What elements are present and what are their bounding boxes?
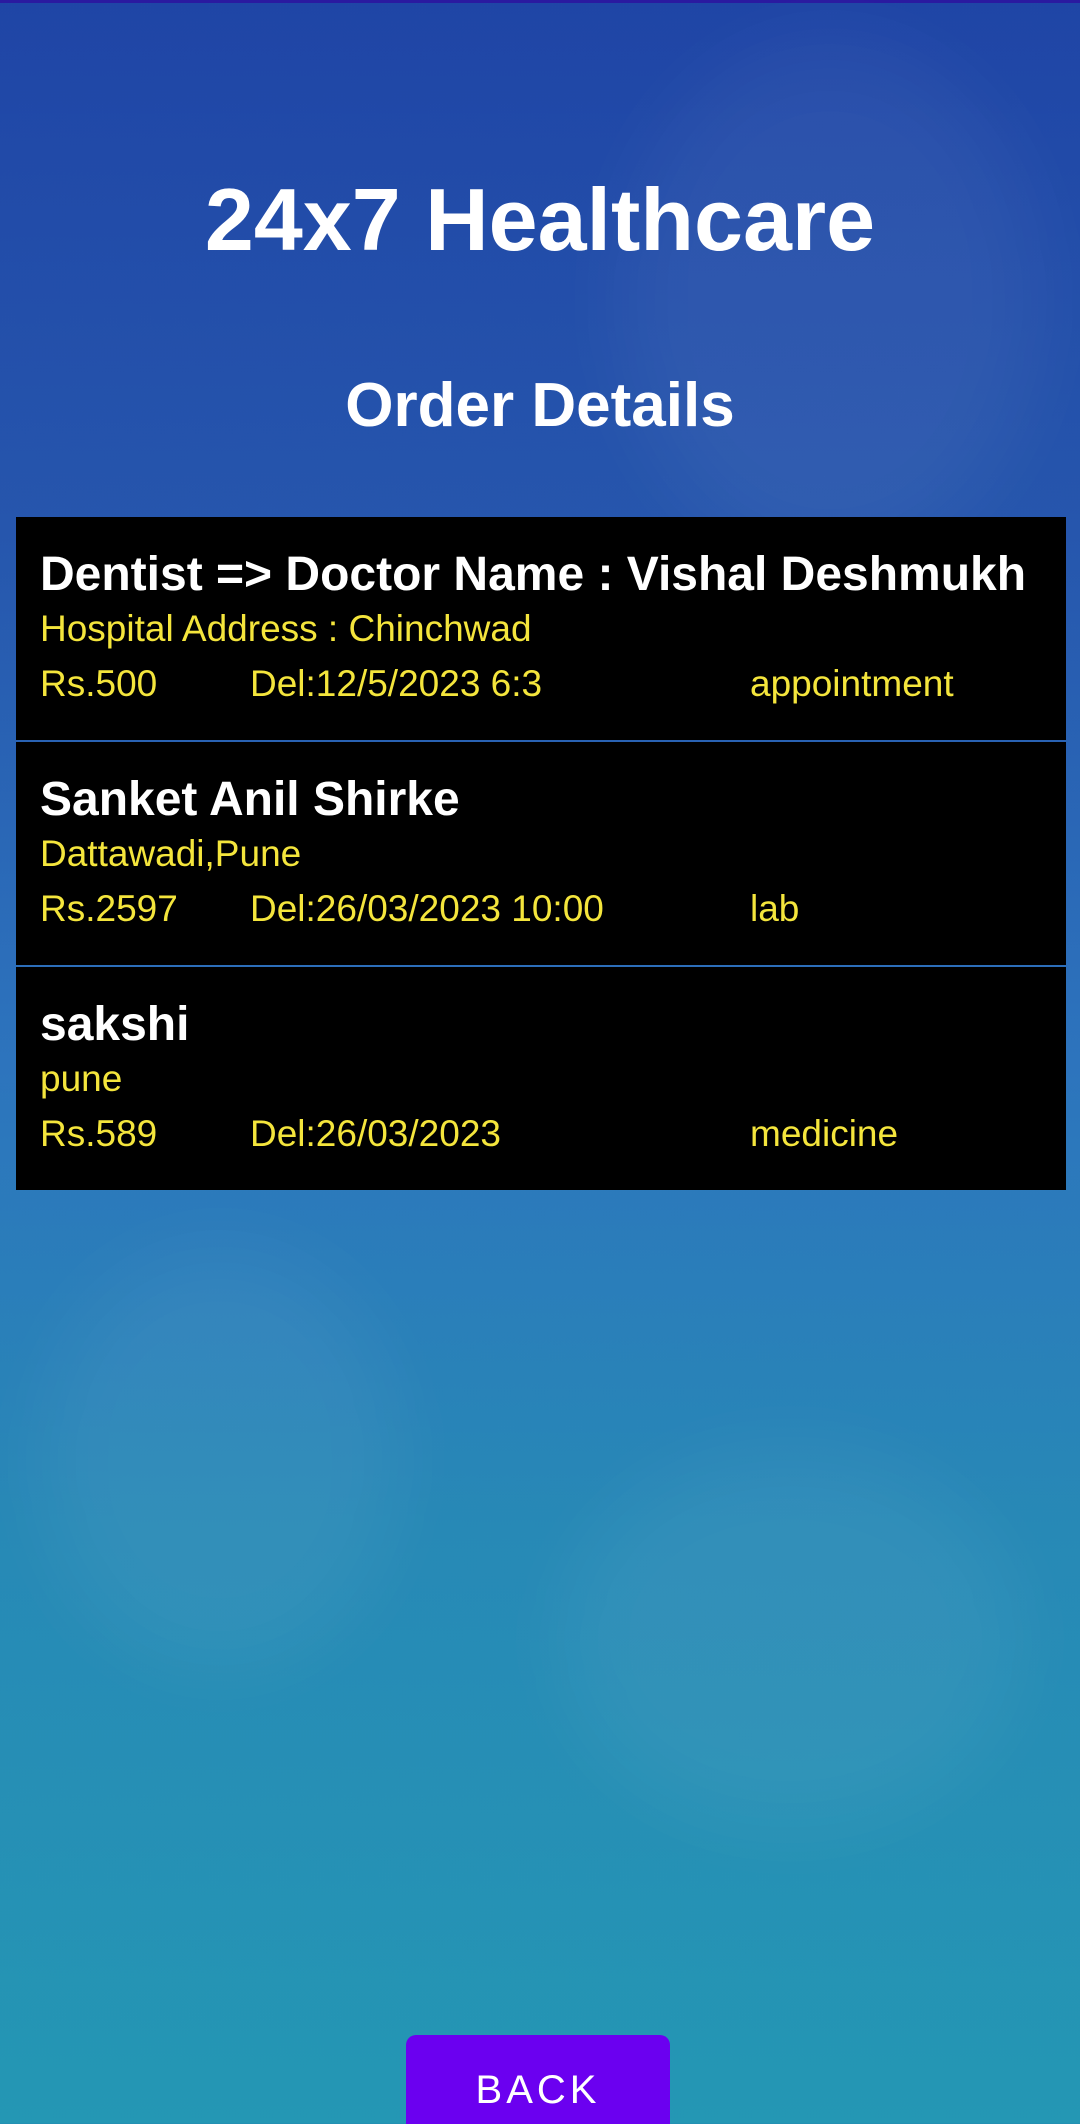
order-details-row: Rs.2597 Del:26/03/2023 10:00 lab — [40, 884, 1042, 934]
background-smoke — [620, 40, 1040, 560]
app-title: 24x7 Healthcare — [204, 170, 876, 269]
order-item[interactable]: Sanket Anil Shirke Dattawadi,Pune Rs.259… — [16, 742, 1066, 965]
order-details-row: Rs.589 Del:26/03/2023 medicine — [40, 1109, 1042, 1159]
order-item[interactable]: Dentist => Doctor Name : Vishal Deshmukh… — [16, 517, 1066, 740]
order-price: Rs.500 — [40, 663, 158, 704]
order-item[interactable]: sakshi pune Rs.589 Del:26/03/2023 medici… — [16, 967, 1066, 1190]
order-list[interactable]: Dentist => Doctor Name : Vishal Deshmukh… — [16, 517, 1066, 1192]
top-edge-divider — [0, 0, 1080, 3]
order-date: Del:26/03/2023 — [250, 1113, 501, 1154]
order-date: Del:12/5/2023 6:3 — [250, 663, 543, 704]
back-button[interactable]: BACK — [406, 2035, 670, 2124]
order-type: medicine — [750, 1113, 899, 1154]
order-details-row: Rs.500 Del:12/5/2023 6:3 appointment — [40, 659, 1042, 709]
order-address: Dattawadi,Pune — [40, 833, 302, 874]
order-address: Hospital Address : Chinchwad — [40, 608, 532, 649]
order-date: Del:26/03/2023 10:00 — [250, 888, 604, 929]
page-title: Order Details — [345, 371, 735, 440]
order-type: lab — [750, 888, 800, 929]
order-price: Rs.2597 — [40, 888, 178, 929]
background-smoke — [40, 1250, 400, 1670]
order-type: appointment — [750, 663, 954, 704]
background-smoke — [560, 1450, 1020, 1830]
order-address: pune — [40, 1058, 123, 1099]
order-name: sakshi — [40, 998, 190, 1051]
order-name: Dentist => Doctor Name : Vishal Deshmukh — [40, 548, 1027, 601]
order-name: Sanket Anil Shirke — [40, 773, 460, 826]
order-price: Rs.589 — [40, 1113, 158, 1154]
